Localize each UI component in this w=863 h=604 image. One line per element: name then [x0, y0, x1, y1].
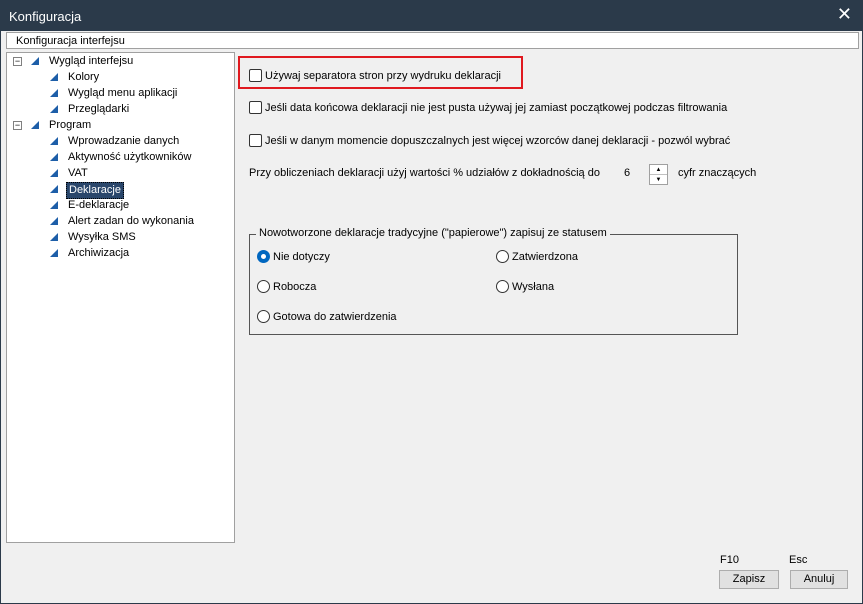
tree-node-icon [50, 201, 58, 209]
tree-item-label: Kolory [68, 71, 100, 83]
tree-group-label: Wygląd interfejsu [49, 55, 134, 67]
cancel-button[interactable]: Anuluj [790, 570, 848, 589]
tree-node-icon [31, 57, 39, 65]
tree-item-label: Alert zadan do wykonania [68, 215, 194, 227]
precision-label: Przy obliczeniach deklaracji użyj wartoś… [249, 167, 600, 179]
end-date-label: Jeśli data końcowa deklaracji nie jest p… [265, 102, 728, 114]
tree-item-label-selected: Deklaracje [66, 182, 124, 199]
tree-node-icon [50, 153, 58, 161]
tree-item-label: Archiwizacja [68, 247, 130, 259]
tree-node-icon [50, 249, 58, 257]
radio-label: Wysłana [512, 281, 555, 293]
tree-item-label: Aktywność użytkowników [68, 151, 192, 163]
precision-value[interactable]: 6 [624, 167, 630, 179]
tree-item-label: Przeglądarki [68, 103, 130, 115]
tree-item-label: Wygląd menu aplikacji [68, 87, 178, 99]
tree-item-label: Wprowadzanie danych [68, 135, 180, 147]
tree-node-icon [50, 217, 58, 225]
radio-label: Robocza [273, 281, 317, 293]
collapse-icon[interactable]: − [13, 121, 22, 130]
radio-selected[interactable] [257, 250, 270, 263]
save-button[interactable]: Zapisz [719, 570, 779, 589]
tree-node-icon [31, 121, 39, 129]
tree-node-icon [50, 73, 58, 81]
save-shortcut: F10 [720, 554, 739, 566]
spin-up-icon[interactable]: ▲ [650, 165, 667, 175]
radio-label: Nie dotyczy [273, 251, 330, 263]
highlight-box [238, 56, 523, 89]
tree-item-label: E-deklaracje [68, 199, 130, 211]
tree-item-label: Wysyłka SMS [68, 231, 136, 243]
tree-item-label: VAT [68, 167, 88, 179]
section-header-label: Konfiguracja interfejsu [16, 35, 125, 47]
radio-label: Gotowa do zatwierdzenia [273, 311, 397, 323]
multiple-templates-checkbox[interactable] [249, 134, 262, 147]
section-header: Konfiguracja interfejsu [6, 32, 859, 49]
title-bar: Konfiguracja ✕ [1, 1, 862, 31]
tree-node-icon [50, 169, 58, 177]
tree-group-label: Program [49, 119, 92, 131]
radio-label: Zatwierdzona [512, 251, 579, 263]
tree-node-icon [50, 137, 58, 145]
settings-tree: − Wygląd interfejsu Kolory Wygląd menu a… [6, 52, 235, 543]
multiple-templates-label: Jeśli w danym momencie dopuszczalnych je… [265, 135, 731, 147]
cancel-shortcut: Esc [789, 554, 808, 566]
radio[interactable] [257, 280, 270, 293]
tree-node-icon [50, 233, 58, 241]
precision-suffix: cyfr znaczących [678, 167, 757, 179]
collapse-icon[interactable]: − [13, 57, 22, 66]
window-title: Konfiguracja [9, 9, 82, 24]
status-group-legend: Nowotworzone deklaracje tradycyjne ("pap… [256, 227, 610, 239]
close-icon[interactable]: ✕ [837, 4, 852, 24]
config-window: Konfiguracja ✕ Konfiguracja interfejsu −… [0, 0, 863, 604]
radio[interactable] [257, 310, 270, 323]
end-date-checkbox[interactable] [249, 101, 262, 114]
tree-node-icon [50, 105, 58, 113]
tree-node-icon [50, 89, 58, 97]
spin-down-icon[interactable]: ▼ [650, 175, 667, 185]
tree-node-icon [50, 185, 58, 193]
radio[interactable] [496, 250, 509, 263]
radio[interactable] [496, 280, 509, 293]
precision-spinner[interactable]: ▲ ▼ [649, 164, 668, 185]
